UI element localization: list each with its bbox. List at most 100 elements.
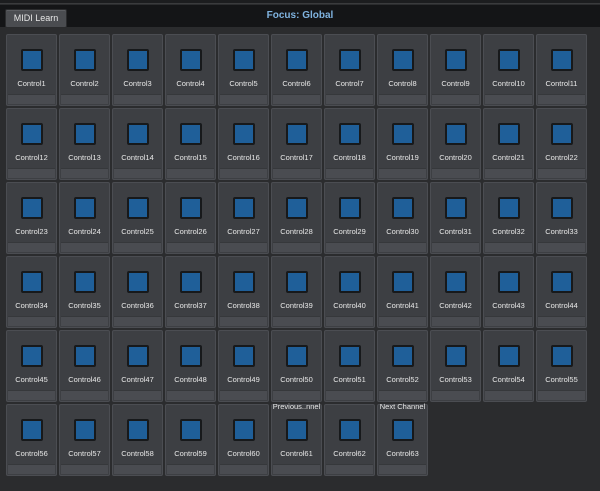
control-value-bar[interactable]	[61, 390, 108, 400]
control-value-bar[interactable]	[326, 390, 373, 400]
control-value-bar[interactable]	[220, 94, 267, 104]
control-pad[interactable]	[286, 123, 308, 145]
control-pad[interactable]	[286, 345, 308, 367]
control-value-bar[interactable]	[538, 242, 585, 252]
control-pad[interactable]	[74, 197, 96, 219]
control-value-bar[interactable]	[485, 168, 532, 178]
control-pad[interactable]	[286, 271, 308, 293]
control-value-bar[interactable]	[220, 316, 267, 326]
control-value-bar[interactable]	[326, 94, 373, 104]
control-pad[interactable]	[180, 49, 202, 71]
control-pad[interactable]	[180, 271, 202, 293]
control-pad[interactable]	[74, 419, 96, 441]
control-value-bar[interactable]	[273, 94, 320, 104]
control-pad[interactable]	[74, 345, 96, 367]
control-value-bar[interactable]	[379, 94, 426, 104]
control-pad[interactable]	[286, 419, 308, 441]
control-pad[interactable]	[233, 123, 255, 145]
control-value-bar[interactable]	[485, 390, 532, 400]
control-pad[interactable]	[21, 419, 43, 441]
control-value-bar[interactable]	[538, 168, 585, 178]
control-pad[interactable]	[127, 197, 149, 219]
control-value-bar[interactable]	[379, 390, 426, 400]
control-pad[interactable]	[445, 345, 467, 367]
control-value-bar[interactable]	[8, 242, 55, 252]
control-value-bar[interactable]	[326, 242, 373, 252]
control-value-bar[interactable]	[379, 464, 426, 474]
control-value-bar[interactable]	[326, 168, 373, 178]
control-pad[interactable]	[286, 49, 308, 71]
control-pad[interactable]	[21, 271, 43, 293]
control-pad[interactable]	[21, 123, 43, 145]
control-pad[interactable]	[392, 419, 414, 441]
control-value-bar[interactable]	[167, 390, 214, 400]
control-pad[interactable]	[233, 49, 255, 71]
control-value-bar[interactable]	[432, 168, 479, 178]
control-value-bar[interactable]	[220, 390, 267, 400]
control-pad[interactable]	[286, 197, 308, 219]
control-value-bar[interactable]	[379, 316, 426, 326]
control-value-bar[interactable]	[538, 390, 585, 400]
control-value-bar[interactable]	[114, 464, 161, 474]
control-pad[interactable]	[233, 345, 255, 367]
control-value-bar[interactable]	[432, 316, 479, 326]
control-value-bar[interactable]	[432, 242, 479, 252]
control-value-bar[interactable]	[432, 390, 479, 400]
control-pad[interactable]	[339, 49, 361, 71]
control-value-bar[interactable]	[273, 168, 320, 178]
control-value-bar[interactable]	[61, 94, 108, 104]
control-value-bar[interactable]	[114, 316, 161, 326]
control-pad[interactable]	[498, 49, 520, 71]
control-value-bar[interactable]	[61, 168, 108, 178]
control-pad[interactable]	[551, 271, 573, 293]
control-pad[interactable]	[21, 197, 43, 219]
control-pad[interactable]	[127, 123, 149, 145]
control-value-bar[interactable]	[485, 316, 532, 326]
control-value-bar[interactable]	[114, 168, 161, 178]
control-pad[interactable]	[180, 123, 202, 145]
control-value-bar[interactable]	[273, 242, 320, 252]
control-value-bar[interactable]	[8, 464, 55, 474]
control-pad[interactable]	[392, 271, 414, 293]
control-value-bar[interactable]	[167, 464, 214, 474]
control-pad[interactable]	[127, 49, 149, 71]
control-pad[interactable]	[498, 197, 520, 219]
control-value-bar[interactable]	[538, 94, 585, 104]
control-pad[interactable]	[74, 49, 96, 71]
control-value-bar[interactable]	[114, 390, 161, 400]
control-value-bar[interactable]	[432, 94, 479, 104]
control-value-bar[interactable]	[61, 464, 108, 474]
control-value-bar[interactable]	[167, 242, 214, 252]
control-pad[interactable]	[392, 49, 414, 71]
control-value-bar[interactable]	[8, 168, 55, 178]
control-pad[interactable]	[233, 271, 255, 293]
control-value-bar[interactable]	[273, 316, 320, 326]
control-pad[interactable]	[445, 271, 467, 293]
control-pad[interactable]	[127, 271, 149, 293]
control-pad[interactable]	[445, 49, 467, 71]
control-pad[interactable]	[339, 123, 361, 145]
control-value-bar[interactable]	[220, 168, 267, 178]
control-pad[interactable]	[339, 419, 361, 441]
control-pad[interactable]	[392, 197, 414, 219]
control-pad[interactable]	[21, 345, 43, 367]
control-pad[interactable]	[392, 123, 414, 145]
control-value-bar[interactable]	[167, 168, 214, 178]
control-pad[interactable]	[339, 197, 361, 219]
control-pad[interactable]	[498, 345, 520, 367]
control-value-bar[interactable]	[485, 242, 532, 252]
control-pad[interactable]	[445, 123, 467, 145]
control-pad[interactable]	[551, 49, 573, 71]
control-value-bar[interactable]	[114, 94, 161, 104]
control-pad[interactable]	[233, 197, 255, 219]
control-value-bar[interactable]	[485, 94, 532, 104]
control-value-bar[interactable]	[273, 390, 320, 400]
control-pad[interactable]	[551, 197, 573, 219]
control-value-bar[interactable]	[220, 242, 267, 252]
control-pad[interactable]	[498, 123, 520, 145]
control-value-bar[interactable]	[8, 316, 55, 326]
control-pad[interactable]	[127, 345, 149, 367]
control-value-bar[interactable]	[61, 316, 108, 326]
control-value-bar[interactable]	[273, 464, 320, 474]
control-pad[interactable]	[127, 419, 149, 441]
